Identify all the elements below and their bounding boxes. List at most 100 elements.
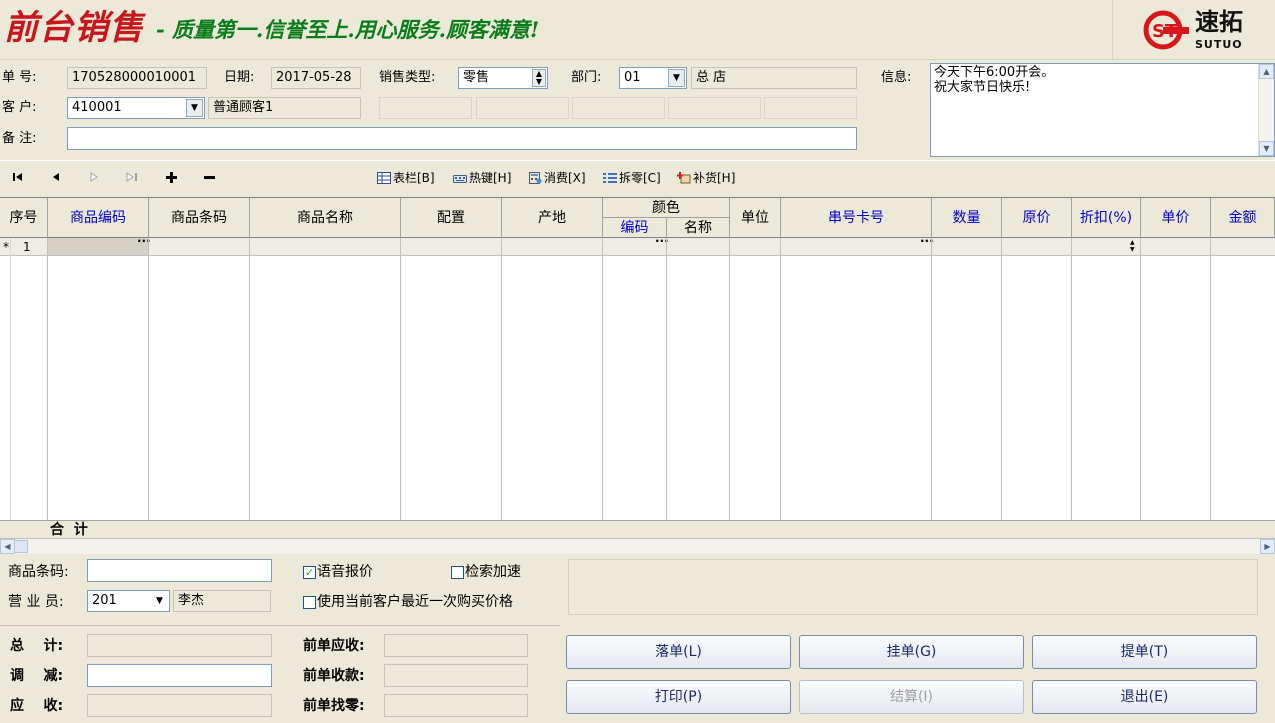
header-bar: 前台销售 - 质量第一.信誉至上.用心服务.顾客满意! ST 速拓 SUTUO [0, 0, 1275, 60]
column-line [931, 238, 932, 539]
header-discount[interactable]: 折扣(%) [1072, 198, 1141, 238]
adjust-input[interactable] [87, 664, 272, 687]
scroll-down-icon[interactable]: ▼ [1259, 141, 1274, 156]
logo-text-cn: 速拓 [1195, 8, 1243, 36]
column-line [1001, 238, 1002, 539]
pick-order-button[interactable]: 提单(T) [1032, 635, 1257, 669]
voice-checkbox[interactable]: ✓ [303, 566, 316, 579]
hotkeys-label: 热键[H] [469, 171, 512, 185]
hotkeys-button[interactable]: 热键[H] [453, 169, 511, 187]
spin-arrows-icon[interactable]: ▲ ▼ [1130, 239, 1135, 253]
total-label: 总 计: [10, 638, 64, 654]
sum-label: 合 计 [50, 522, 88, 538]
column-line [1071, 238, 1072, 539]
grid-header: 序号 商品编码 商品条码 商品名称 配置 产地 颜色 编码 名称 单位 串号卡号… [0, 198, 1275, 238]
column-line [501, 238, 502, 539]
clerk-name-field: 李杰 [173, 590, 271, 612]
sales-grid[interactable]: 序号 商品编码 商品条码 商品名称 配置 产地 颜色 编码 名称 单位 串号卡号… [0, 197, 1275, 539]
header-color-name[interactable]: 名称 [667, 218, 730, 238]
customer-name-field: 普通顾客1 [208, 97, 361, 119]
next-record-icon[interactable] [89, 172, 99, 182]
spin-arrows-icon[interactable]: ▲ ▼ [532, 69, 546, 87]
chevron-down-icon[interactable]: ▼ [151, 592, 168, 610]
hold-order-button[interactable]: 挂单(G) [799, 635, 1024, 669]
restock-icon [677, 172, 691, 184]
column-line [780, 238, 781, 539]
header-color[interactable]: 颜色 [603, 198, 730, 218]
columns-label: 表栏[B] [393, 171, 435, 185]
receivable-field [87, 694, 272, 717]
order-no-field[interactable]: 170528000010001 [67, 67, 207, 89]
split-button[interactable]: 拆零[C] [603, 169, 661, 187]
date-field[interactable]: 2017-05-28 [271, 67, 361, 89]
last-price-label: 使用当前客户最近一次购买价格 [317, 594, 513, 610]
exit-button[interactable]: 退出(E) [1032, 680, 1257, 714]
search-speed-checkbox[interactable] [451, 566, 464, 579]
header-serial[interactable]: 串号卡号 [781, 198, 932, 238]
dept-code-value: 01 [624, 70, 641, 85]
toolbar: 表栏[B] 热键[H] 消费[X] 拆零[C] 补货[H] [0, 160, 1275, 194]
total-field [87, 634, 272, 657]
barcode-input[interactable] [87, 559, 272, 582]
column-line [249, 238, 250, 539]
info-label: 信息: [881, 70, 912, 85]
summary-row: 合 计 [0, 520, 1275, 539]
svg-text:ST: ST [1152, 21, 1178, 42]
scroll-right-icon[interactable]: ▶ [1260, 539, 1275, 554]
scroll-left-icon[interactable]: ◀ [0, 539, 15, 554]
prev-receivable-label: 前单应收: [303, 638, 365, 654]
header-amount[interactable]: 金额 [1211, 198, 1275, 238]
consume-button[interactable]: 消费[X] [528, 169, 586, 187]
column-line [666, 238, 667, 539]
extra-field-1 [379, 97, 472, 119]
print-button[interactable]: 打印(P) [566, 680, 791, 714]
settle-button[interactable]: 结算(I) [799, 680, 1024, 714]
header-barcode[interactable]: 商品条码 [149, 198, 250, 238]
remark-input[interactable] [67, 127, 857, 150]
chevron-down-icon[interactable]: ▼ [186, 99, 203, 117]
columns-button[interactable]: 表栏[B] [377, 169, 435, 187]
last-price-checkbox[interactable] [303, 596, 316, 609]
place-order-button[interactable]: 落单(L) [566, 635, 791, 669]
header-orig-price[interactable]: 原价 [1002, 198, 1072, 238]
restock-button[interactable]: 补货[H] [677, 169, 735, 187]
product-code-cell[interactable] [48, 238, 149, 255]
grid-horizontal-scrollbar[interactable]: ◀ ▶ [0, 538, 1275, 554]
split-icon [603, 173, 617, 183]
header-product-code[interactable]: 商品编码 [48, 198, 149, 238]
add-row-icon[interactable] [166, 172, 177, 183]
divider [0, 625, 560, 626]
header-seq[interactable]: 序号 [0, 198, 48, 238]
info-scrollbar[interactable]: ▲ ▼ [1258, 64, 1274, 156]
header-unit[interactable]: 单位 [730, 198, 781, 238]
first-record-icon[interactable] [12, 172, 24, 182]
prev-change-field [384, 694, 528, 717]
customer-label: 客 户: [2, 100, 37, 115]
customer-code-value: 410001 [72, 100, 122, 115]
sale-type-select[interactable]: 零售 ▲ ▼ [458, 67, 548, 89]
prev-record-icon[interactable] [51, 172, 61, 182]
scroll-thumb[interactable] [14, 540, 28, 553]
dept-code-select[interactable]: 01 ▼ [619, 67, 687, 89]
column-line [729, 238, 730, 539]
order-no-label: 单 号: [2, 70, 37, 85]
clerk-code-value: 201 [92, 593, 117, 608]
table-row[interactable]: * 1 ··· ··· ··· ▲ ▼ [0, 234, 1275, 256]
logo-text-en: SUTUO [1195, 38, 1243, 51]
last-record-icon[interactable] [126, 172, 138, 182]
restock-label: 补货[H] [693, 171, 736, 185]
header-price[interactable]: 单价 [1141, 198, 1211, 238]
chevron-down-icon[interactable]: ▼ [668, 69, 685, 87]
receivable-label: 应 收: [10, 698, 64, 714]
info-textarea[interactable]: 今天下午6:00开会。 祝大家节日快乐! ▲ ▼ [930, 63, 1275, 157]
customer-code-select[interactable]: 410001 ▼ [67, 97, 205, 119]
header-qty[interactable]: 数量 [932, 198, 1002, 238]
header-origin[interactable]: 产地 [502, 198, 603, 238]
header-product-name[interactable]: 商品名称 [250, 198, 401, 238]
message-panel [568, 559, 1258, 615]
delete-row-icon[interactable] [204, 176, 215, 179]
header-config[interactable]: 配置 [401, 198, 502, 238]
clerk-code-select[interactable]: 201 ▼ [87, 590, 170, 612]
scroll-up-icon[interactable]: ▲ [1259, 64, 1274, 79]
extra-field-5 [764, 97, 857, 119]
